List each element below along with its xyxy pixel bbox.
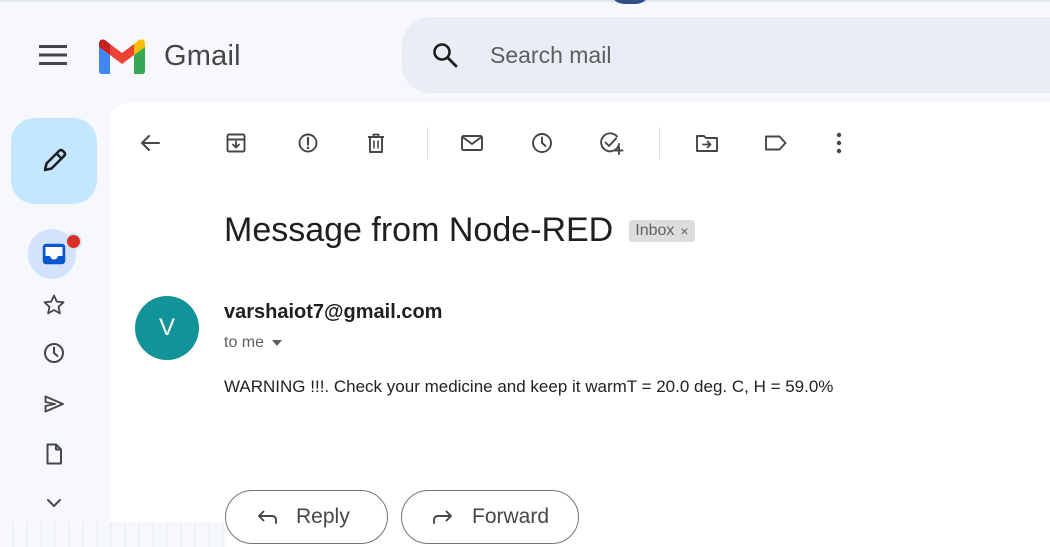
report-spam-icon: [298, 133, 318, 153]
message-body: WARNING !!!. Check your medicine and kee…: [224, 377, 834, 396]
sidebar-item-starred[interactable]: [26, 285, 82, 325]
draft-file-icon: [46, 443, 62, 465]
forward-label: Forward: [472, 505, 550, 528]
search-icon[interactable]: [430, 40, 460, 70]
reply-label: Reply: [296, 505, 350, 528]
label-icon: [765, 135, 787, 151]
message-panel: Message from Node-RED Inbox × V varshaio…: [110, 103, 1050, 547]
star-icon: [43, 294, 65, 315]
bottom-edge-texture: [0, 522, 225, 547]
reply-button[interactable]: Reply: [225, 490, 388, 544]
move-to-button[interactable]: [687, 123, 727, 163]
mark-unread-button[interactable]: [452, 123, 492, 163]
mail-icon: [461, 135, 483, 151]
forward-arrow-icon: [430, 504, 456, 530]
subject-row: Message from Node-RED Inbox ×: [224, 211, 695, 250]
send-icon: [44, 395, 64, 413]
chevron-down-icon: [47, 499, 61, 508]
top-divider: [0, 0, 1050, 2]
add-to-tasks-button[interactable]: [591, 123, 631, 163]
clock-icon: [532, 133, 552, 153]
more-options-button[interactable]: [819, 123, 859, 163]
compose-button[interactable]: [11, 118, 97, 204]
gmail-m-icon: [99, 39, 145, 74]
hamburger-menu-icon: [39, 45, 67, 65]
search-bar[interactable]: [402, 17, 1050, 93]
sidebar-item-snoozed[interactable]: [26, 333, 82, 373]
back-button[interactable]: [130, 123, 170, 163]
sidebar-more-button[interactable]: [26, 483, 82, 523]
toolbar-divider: [427, 127, 428, 159]
profile-edge: [610, 0, 650, 4]
app-title: Gmail: [164, 39, 241, 72]
gmail-window: Gmail Search mail Message from Node-RED …: [0, 0, 1050, 547]
label-chip-text: Inbox: [635, 221, 675, 239]
recipient-label: to me: [224, 334, 265, 351]
inbox-icon: [42, 243, 66, 265]
message-subject: Message from Node-RED: [224, 211, 614, 249]
labels-button[interactable]: [756, 123, 796, 163]
report-spam-button[interactable]: [288, 123, 328, 163]
archive-button[interactable]: [216, 123, 256, 163]
inbox-label-chip[interactable]: Inbox ×: [629, 219, 695, 242]
sidebar-item-sent[interactable]: [26, 384, 82, 424]
delete-button[interactable]: [356, 123, 396, 163]
sender-avatar[interactable]: V: [135, 296, 199, 360]
clock-icon: [44, 343, 64, 363]
add-task-icon: [600, 132, 624, 155]
trash-icon: [368, 133, 384, 153]
archive-icon: [226, 133, 246, 153]
unread-badge: [65, 233, 82, 250]
pencil-icon: [43, 148, 67, 172]
toolbar-divider: [659, 127, 660, 159]
forward-button[interactable]: Forward: [401, 490, 579, 544]
back-arrow-icon: [141, 135, 160, 151]
more-vert-icon: [836, 132, 842, 154]
sidebar-item-drafts[interactable]: [26, 434, 82, 474]
move-to-folder-icon: [696, 135, 718, 152]
caret-down-icon: [272, 340, 283, 346]
remove-label-icon[interactable]: ×: [680, 223, 688, 239]
main-menu-button[interactable]: [30, 32, 76, 78]
reply-arrow-icon: [254, 504, 280, 530]
recipient-details-toggle[interactable]: to me: [224, 334, 283, 352]
sender-email[interactable]: varshaiot7@gmail.com: [224, 301, 442, 324]
snooze-button[interactable]: [522, 123, 562, 163]
gmail-logo[interactable]: Gmail: [98, 36, 241, 76]
search-input[interactable]: [488, 40, 992, 70]
